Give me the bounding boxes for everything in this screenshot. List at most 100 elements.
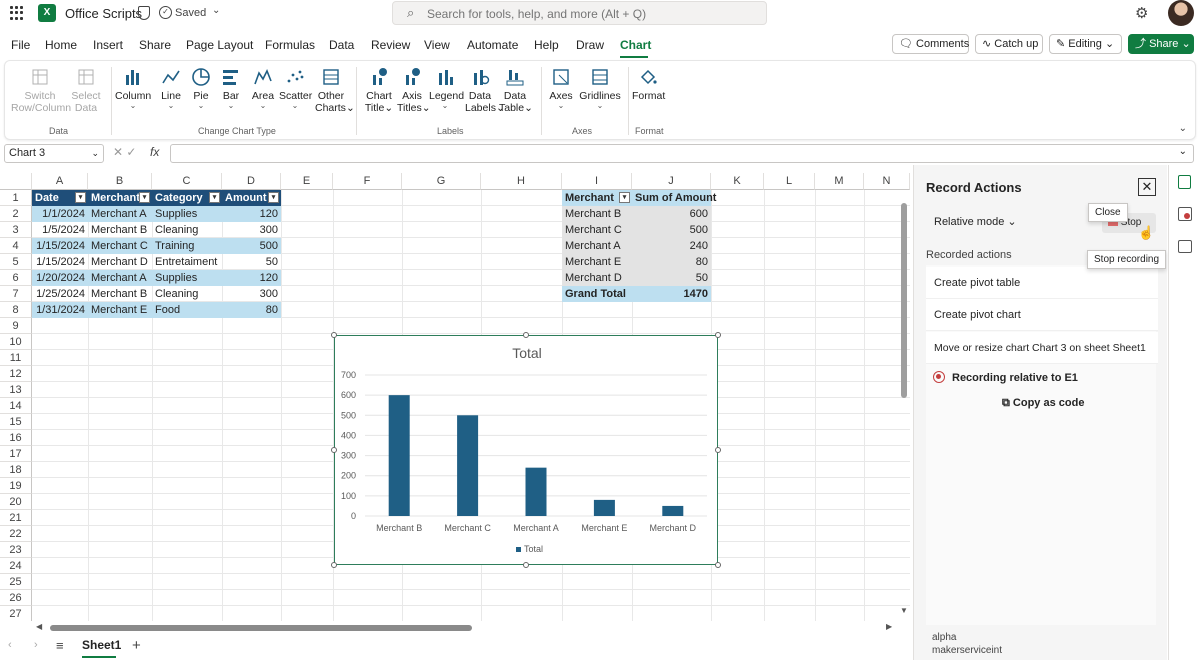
scripts-icon[interactable] bbox=[1178, 240, 1192, 253]
table-cell[interactable]: Merchant D bbox=[88, 254, 152, 270]
row-header-20[interactable]: 20 bbox=[0, 494, 32, 510]
table-cell[interactable]: 1/15/2024 bbox=[32, 254, 88, 270]
row-header-14[interactable]: 14 bbox=[0, 398, 32, 414]
sensitivity-shield-icon[interactable] bbox=[138, 6, 150, 20]
table-cell[interactable]: 1/31/2024 bbox=[32, 302, 88, 318]
list-item[interactable]: Create pivot table bbox=[926, 267, 1158, 299]
row-header-12[interactable]: 12 bbox=[0, 366, 32, 382]
table-cell[interactable]: 50 bbox=[222, 254, 281, 270]
chart-3[interactable]: Total 0 100 200 300 400 500 600 700 Merchant B Mer… bbox=[334, 335, 718, 565]
pivot-header-cell[interactable]: Sum of Amount bbox=[632, 190, 716, 206]
next-sheet-icon[interactable]: › bbox=[34, 639, 38, 651]
axis-titles-button[interactable]: Axis Titles⌄ bbox=[397, 67, 431, 114]
row-header-27[interactable]: 27 bbox=[0, 606, 32, 621]
all-sheets-icon[interactable]: ≡ bbox=[56, 638, 64, 653]
pivot-cell[interactable]: 50 bbox=[632, 270, 711, 286]
pie-chart-button[interactable]: Pie ⌄ bbox=[189, 67, 213, 110]
pivot-total-cell[interactable]: Grand Total bbox=[562, 286, 632, 302]
resize-handle[interactable] bbox=[715, 332, 721, 338]
column-chart-button[interactable]: Column ⌄ bbox=[115, 67, 151, 110]
table-cell[interactable]: 300 bbox=[222, 286, 281, 302]
switch-row-column-button[interactable]: Switch Row/Column bbox=[11, 67, 71, 114]
row-header-3[interactable]: 3 bbox=[0, 222, 32, 238]
chevron-down-icon[interactable]: ⌄ bbox=[91, 145, 99, 162]
pivot-cell[interactable]: 500 bbox=[632, 222, 711, 238]
scroll-right-icon[interactable]: ▶ bbox=[886, 622, 892, 631]
sheet-tab-sheet1[interactable]: Sheet1 bbox=[82, 638, 121, 652]
table-cell[interactable]: 1/15/2024 bbox=[32, 238, 88, 254]
table-cell[interactable]: 1/1/2024 bbox=[32, 206, 88, 222]
scroll-left-icon[interactable]: ◀ bbox=[36, 622, 42, 631]
resize-handle[interactable] bbox=[715, 447, 721, 453]
row-header-1[interactable]: 1 bbox=[0, 190, 32, 206]
row-header-24[interactable]: 24 bbox=[0, 558, 32, 574]
tab-insert[interactable]: Insert bbox=[93, 38, 123, 52]
tab-chart[interactable]: Chart bbox=[620, 38, 651, 52]
pivot-cell[interactable]: 240 bbox=[632, 238, 711, 254]
column-header-c[interactable]: C bbox=[152, 173, 222, 190]
column-header-j[interactable]: J bbox=[632, 173, 711, 190]
table-cell[interactable]: 300 bbox=[222, 222, 281, 238]
pivot-cell[interactable]: Merchant D bbox=[562, 270, 632, 286]
column-header-b[interactable]: B bbox=[88, 173, 152, 190]
row-header-16[interactable]: 16 bbox=[0, 430, 32, 446]
table-cell[interactable]: Training bbox=[152, 238, 222, 254]
expand-formula-icon[interactable]: ⌄ bbox=[1179, 146, 1187, 157]
tab-review[interactable]: Review bbox=[371, 38, 410, 52]
row-header-11[interactable]: 11 bbox=[0, 350, 32, 366]
tab-share[interactable]: Share bbox=[139, 38, 171, 52]
search-input[interactable] bbox=[427, 5, 757, 22]
add-sheet-icon[interactable]: + bbox=[132, 637, 141, 654]
name-box[interactable]: Chart 3 ⌄ bbox=[4, 144, 104, 163]
row-header-7[interactable]: 7 bbox=[0, 286, 32, 302]
table-cell[interactable]: Merchant B bbox=[88, 286, 152, 302]
row-header-21[interactable]: 21 bbox=[0, 510, 32, 526]
close-icon[interactable]: ✕ bbox=[1138, 178, 1156, 196]
table-cell[interactable]: 1/25/2024 bbox=[32, 286, 88, 302]
table-cell[interactable]: Supplies bbox=[152, 206, 222, 222]
column-header-e[interactable]: E bbox=[281, 173, 333, 190]
pivot-header-cell[interactable]: Merchant ▾ bbox=[562, 190, 632, 206]
gridlines-button[interactable]: Gridlines ⌄ bbox=[578, 67, 622, 110]
row-header-23[interactable]: 23 bbox=[0, 542, 32, 558]
table-cell[interactable]: Entretaiment bbox=[152, 254, 222, 270]
pivot-cell[interactable]: Merchant C bbox=[562, 222, 632, 238]
column-header-g[interactable]: G bbox=[402, 173, 481, 190]
table-header-cell[interactable]: Amount ▾ bbox=[222, 190, 281, 206]
resize-handle[interactable] bbox=[331, 332, 337, 338]
filter-dropdown-icon[interactable]: ▾ bbox=[268, 192, 279, 203]
table-cell[interactable]: Food bbox=[152, 302, 222, 318]
row-header-8[interactable]: 8 bbox=[0, 302, 32, 318]
column-header-m[interactable]: M bbox=[815, 173, 864, 190]
table-cell[interactable]: Merchant B bbox=[88, 222, 152, 238]
pivot-cell[interactable]: Merchant A bbox=[562, 238, 632, 254]
tab-view[interactable]: View bbox=[424, 38, 450, 52]
axes-button[interactable]: Axes ⌄ bbox=[548, 67, 574, 110]
resize-handle[interactable] bbox=[331, 447, 337, 453]
pivot-cell[interactable]: 600 bbox=[632, 206, 711, 222]
document-title[interactable]: Office Scripts bbox=[65, 6, 142, 21]
search-box[interactable]: ⌕ bbox=[392, 1, 767, 25]
area-chart-button[interactable]: Area ⌄ bbox=[250, 67, 276, 110]
row-header-18[interactable]: 18 bbox=[0, 462, 32, 478]
filter-dropdown-icon[interactable]: ▾ bbox=[619, 192, 630, 203]
collapse-ribbon-icon[interactable]: ⌄ bbox=[1179, 123, 1187, 134]
table-header-cell[interactable]: Date ▾ bbox=[32, 190, 88, 206]
formula-input[interactable]: ⌄ bbox=[170, 144, 1194, 163]
column-header-d[interactable]: D bbox=[222, 173, 281, 190]
row-header-19[interactable]: 19 bbox=[0, 478, 32, 494]
recorder-icon[interactable] bbox=[1178, 207, 1192, 221]
other-charts-button[interactable]: Other Charts⌄ bbox=[315, 67, 355, 114]
row-header-6[interactable]: 6 bbox=[0, 270, 32, 286]
vertical-scroll-thumb[interactable] bbox=[901, 203, 907, 398]
table-cell[interactable]: 500 bbox=[222, 238, 281, 254]
share-button[interactable]: ⤴ Share ⌄ bbox=[1128, 34, 1194, 54]
row-header-22[interactable]: 22 bbox=[0, 526, 32, 542]
avatar[interactable] bbox=[1168, 0, 1194, 26]
horizontal-scrollbar[interactable]: ◀ ▶ bbox=[32, 622, 898, 634]
gear-icon[interactable]: ⚙ bbox=[1135, 4, 1148, 22]
vertical-scrollbar[interactable]: ▼ bbox=[898, 178, 910, 618]
table-cell[interactable]: Merchant A bbox=[88, 206, 152, 222]
tab-page-layout[interactable]: Page Layout bbox=[186, 38, 253, 52]
legend-button[interactable]: Legend ⌄ bbox=[429, 67, 464, 110]
